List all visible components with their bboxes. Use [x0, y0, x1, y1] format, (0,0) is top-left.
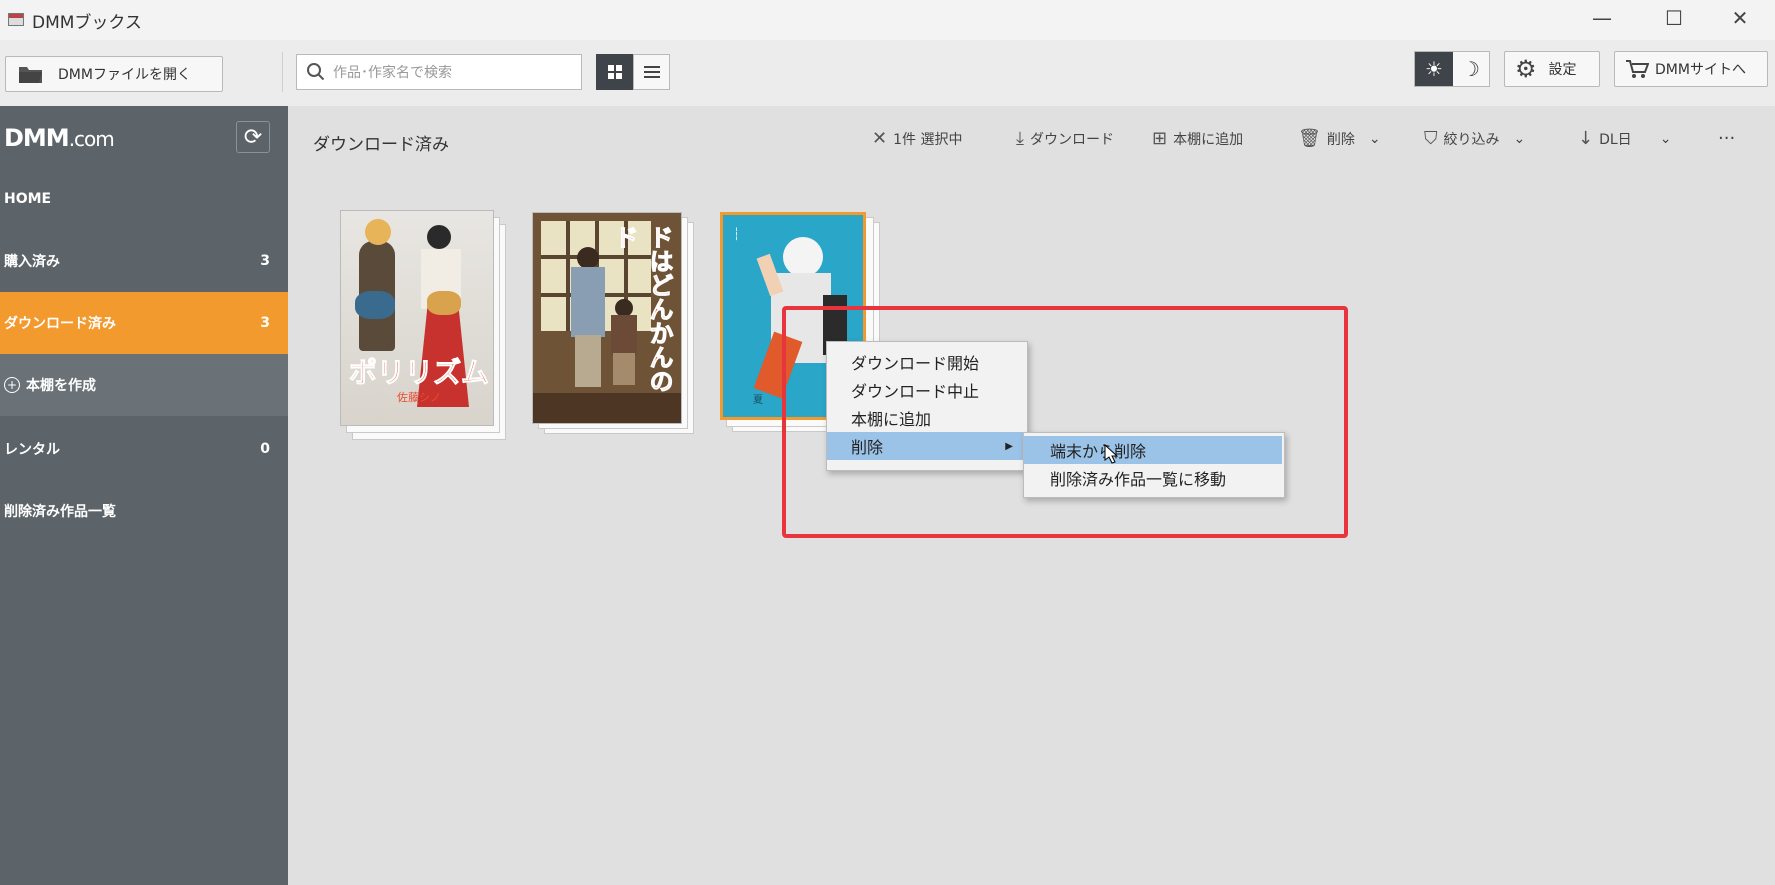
delete-label: 削除: [1326, 131, 1355, 148]
plus-icon: +: [4, 377, 20, 393]
more-button[interactable]: ···: [1718, 128, 1735, 149]
moon-icon: ☽: [1453, 52, 1489, 86]
add-to-shelf-button[interactable]: ⊞ 本棚に追加: [1152, 128, 1243, 149]
arrow-down-icon: ↓: [1578, 128, 1594, 149]
dmm-site-label: DMMサイトへ: [1655, 62, 1746, 78]
dmm-logo: DMM.com: [4, 124, 115, 152]
list-icon: [643, 66, 660, 78]
sidebar-item-purchased[interactable]: 購入済み 3: [0, 230, 288, 292]
sidebar-item-deleted[interactable]: 削除済み作品一覧: [0, 480, 288, 542]
search-icon: [307, 63, 325, 81]
sun-icon: ☀: [1415, 52, 1453, 86]
close-button[interactable]: ✕: [1710, 0, 1770, 36]
chevron-down-icon: ⌄: [1513, 130, 1526, 147]
folder-icon: [19, 67, 42, 83]
download-label: ダウンロード: [1029, 131, 1114, 148]
sort-label: DL日: [1599, 131, 1632, 148]
sidebar-item-count: 3: [260, 253, 270, 269]
delete-button[interactable]: 🗑 削除 ⌄: [1298, 128, 1381, 149]
window-title: DMMブックス: [32, 13, 142, 33]
settings-button[interactable]: ⚙ 設定: [1504, 51, 1600, 87]
close-icon: ✕: [872, 128, 888, 149]
sidebar-item-label: レンタル: [4, 442, 60, 458]
book-title: ドはどんかんのド: [610, 225, 674, 394]
trash-icon: 🗑: [1298, 128, 1321, 149]
open-file-label: DMMファイルを開く: [58, 67, 191, 83]
open-file-button[interactable]: DMMファイルを開く: [5, 56, 223, 92]
sidebar-item-count: 3: [260, 315, 270, 331]
list-view-button[interactable]: [633, 54, 670, 90]
sort-button[interactable]: ↓ DL日 ⌄: [1578, 128, 1671, 149]
sidebar-item-rental[interactable]: レンタル 0: [0, 418, 288, 480]
selected-count: 1件 選択中: [893, 131, 963, 148]
page-title: ダウンロード済み: [313, 135, 449, 155]
book-title: ポリリズム: [348, 356, 490, 390]
app-icon: [8, 13, 24, 26]
chevron-down-icon: ⌄: [1659, 130, 1672, 147]
theme-toggle[interactable]: ☀ ☽: [1414, 51, 1490, 87]
add-box-icon: ⊞: [1152, 128, 1168, 149]
logo-main: DMM: [4, 124, 70, 152]
create-shelf-button[interactable]: + 本棚を作成: [0, 354, 288, 416]
title-bar: [0, 0, 1775, 40]
sidebar-item-downloaded[interactable]: ダウンロード済み 3: [0, 292, 288, 354]
gear-icon: ⚙: [1515, 55, 1537, 83]
logo-suffix: .com: [68, 127, 115, 151]
sidebar-item-label: HOME: [4, 191, 52, 207]
book-title: 夏: [753, 395, 763, 406]
cart-icon: [1626, 60, 1649, 78]
toolbar-divider: [282, 52, 283, 92]
book-cover: ドはどんかんのド: [532, 212, 682, 424]
book-cover: ポリリズム 佐藤シノ: [340, 210, 494, 426]
grid-view-button[interactable]: [596, 54, 633, 90]
sidebar-item-label: 購入済み: [4, 254, 60, 270]
filter-label: 絞り込み: [1443, 131, 1500, 148]
download-icon: ⤓: [1016, 128, 1024, 149]
sidebar-item-label: ダウンロード済み: [4, 316, 116, 332]
sidebar-item-label: 本棚を作成: [26, 378, 96, 394]
refresh-icon: ⟳: [243, 124, 263, 150]
filter-icon: ⛉: [1424, 128, 1438, 149]
download-button[interactable]: ⤓ ダウンロード: [1016, 128, 1114, 149]
clear-selection-button[interactable]: ✕ 1件 選択中: [872, 128, 962, 149]
refresh-button[interactable]: ⟳: [236, 121, 270, 153]
annotation-highlight-box: [782, 306, 1348, 538]
sidebar-item-count: 0: [260, 441, 270, 457]
grid-icon: [607, 65, 622, 79]
dmm-site-button[interactable]: DMMサイトへ: [1614, 51, 1768, 87]
chevron-down-icon: ⌄: [1368, 130, 1381, 147]
minimize-button[interactable]: —: [1572, 0, 1632, 36]
book-author: 佐藤シノ: [397, 391, 441, 404]
maximize-button[interactable]: ☐: [1644, 0, 1704, 36]
sidebar-item-label: 削除済み作品一覧: [4, 504, 116, 520]
search-placeholder: 作品･作家名で検索: [333, 65, 452, 81]
search-input[interactable]: 作品･作家名で検索: [296, 54, 582, 90]
settings-label: 設定: [1548, 62, 1577, 78]
filter-button[interactable]: ⛉ 絞り込み ⌄: [1424, 128, 1525, 149]
sidebar-item-home[interactable]: HOME: [0, 168, 288, 230]
add-shelf-label: 本棚に追加: [1173, 131, 1244, 148]
